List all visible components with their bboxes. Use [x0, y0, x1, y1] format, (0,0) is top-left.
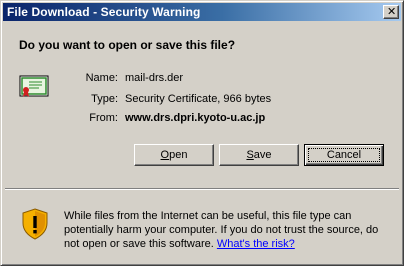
- shield-warning-icon: [22, 208, 48, 240]
- save-button-label: Save: [246, 149, 272, 161]
- window-title: File Download - Security Warning: [7, 5, 201, 19]
- title-bar[interactable]: File Download - Security Warning ✕: [3, 3, 401, 21]
- open-button[interactable]: Open: [134, 144, 214, 166]
- file-name: mail-drs.der: [125, 72, 184, 84]
- close-button[interactable]: ✕: [383, 5, 399, 19]
- type-label: Type:: [91, 93, 118, 105]
- from-label: From:: [89, 112, 118, 124]
- whats-the-risk-link[interactable]: What's the risk?: [217, 238, 295, 250]
- save-button[interactable]: Save: [219, 144, 299, 166]
- name-label: Name:: [85, 72, 118, 84]
- file-type: Security Certificate, 966 bytes: [125, 93, 272, 105]
- file-source: www.drs.dpri.kyoto-u.ac.jp: [125, 112, 266, 124]
- close-icon: ✕: [387, 6, 397, 18]
- dialog-question: Do you want to open or save this file?: [19, 38, 236, 52]
- cancel-button[interactable]: Cancel: [304, 144, 384, 166]
- divider: [5, 188, 399, 190]
- cancel-button-label: Cancel: [326, 149, 362, 161]
- warning-message: While files from the Internet can be use…: [64, 209, 394, 251]
- file-download-dialog: File Download - Security Warning ✕ Do yo…: [0, 0, 404, 266]
- open-button-label: Open: [160, 149, 188, 161]
